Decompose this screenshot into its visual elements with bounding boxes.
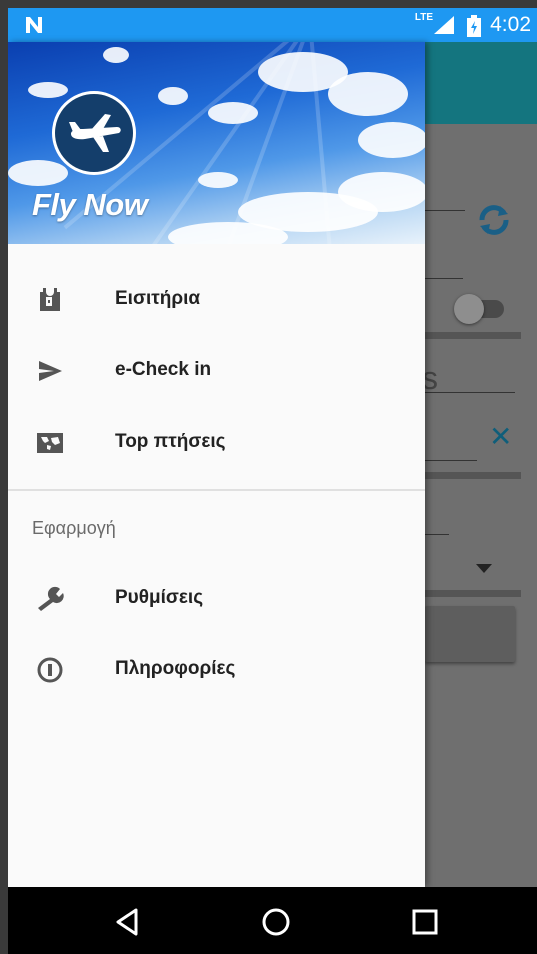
refresh-icon: [479, 205, 509, 235]
background-field-line: [425, 392, 515, 393]
back-icon[interactable]: [110, 905, 144, 939]
background-field-line: [425, 534, 449, 535]
menu-item-label: Ρυθμίσεις: [115, 587, 204, 608]
recents-icon[interactable]: [408, 905, 442, 939]
send-icon: [39, 361, 62, 381]
battery-icon: [467, 15, 481, 37]
clock: 4:02: [490, 13, 531, 36]
menu-item-tickets[interactable]: Εισιτήρια: [8, 264, 425, 336]
background-divider: [425, 332, 521, 339]
network-type: LTE: [414, 12, 433, 23]
n-logo-icon: [26, 17, 42, 33]
airplane-icon: [69, 114, 121, 152]
cloud: [198, 172, 238, 188]
cloud: [168, 222, 288, 244]
ticket-icon: [40, 288, 60, 311]
info-icon: [37, 657, 63, 683]
menu-item-info[interactable]: Πληροφορίες: [8, 634, 425, 706]
background-button: [425, 606, 515, 662]
signal-icon: [434, 16, 454, 34]
device-screen: LTE 4:02 s ✕ Fly Now Εισιτήρια e-Check i…: [8, 8, 537, 954]
map-icon: [37, 433, 63, 453]
background-field-line: [425, 210, 465, 211]
home-icon[interactable]: [259, 905, 293, 939]
drawer-header: Fly Now: [8, 42, 425, 244]
drawer-divider: [8, 489, 425, 491]
menu-item-label: Εισιτήρια: [115, 288, 201, 309]
menu-item-top-flights[interactable]: Top πτήσεις: [8, 407, 425, 479]
background-field-line: [425, 460, 477, 461]
cloud: [358, 122, 425, 158]
cloud: [158, 87, 188, 105]
wrench-icon: [38, 586, 64, 611]
cloud: [28, 82, 68, 98]
menu-item-label: Top πτήσεις: [115, 431, 226, 452]
background-switch-knob: [454, 294, 484, 324]
background-divider: [425, 590, 521, 597]
drawer-section-title: Εφαρμογή: [32, 518, 116, 538]
system-nav-bar: [8, 887, 537, 954]
status-bar: LTE 4:02: [8, 8, 537, 42]
cloud: [8, 160, 68, 186]
menu-item-label: e-Check in: [115, 359, 212, 380]
cloud: [328, 72, 408, 116]
menu-item-settings[interactable]: Ρυθμίσεις: [8, 563, 425, 635]
app-name: Fly Now: [32, 187, 148, 222]
navigation-drawer: Fly Now Εισιτήρια e-Check in Top πτήσεις…: [8, 42, 425, 887]
cloud: [208, 102, 258, 124]
close-icon: ✕: [489, 421, 513, 452]
app-logo: [52, 91, 136, 175]
cloud: [338, 172, 425, 212]
background-divider: [425, 472, 521, 479]
background-field-line: [425, 278, 463, 279]
menu-item-echeck-in[interactable]: e-Check in: [8, 335, 425, 407]
menu-item-label: Πληροφορίες: [115, 658, 236, 679]
dropdown-caret-icon: [476, 564, 492, 573]
cloud: [103, 47, 129, 63]
